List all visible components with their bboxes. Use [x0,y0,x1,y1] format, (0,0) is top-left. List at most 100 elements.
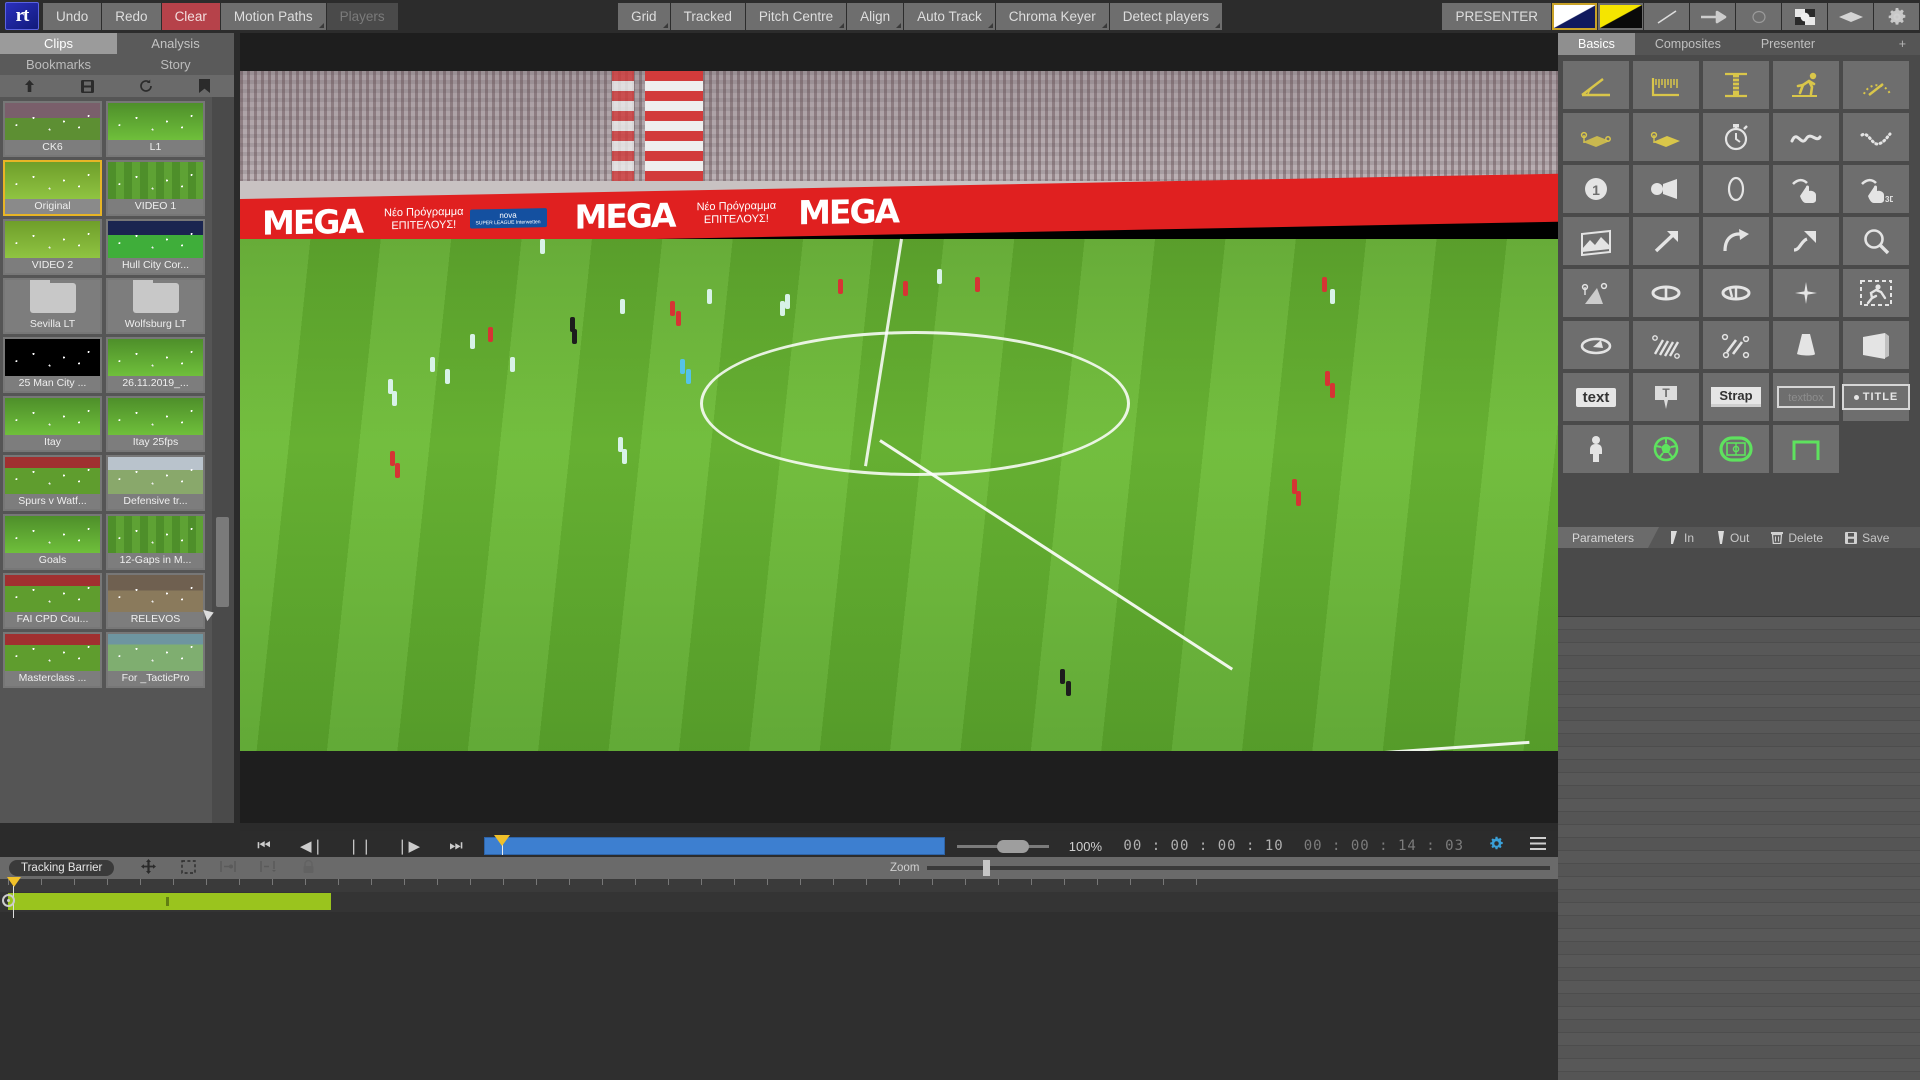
player-marker[interactable] [1060,669,1065,684]
clip-item[interactable]: Goals [3,514,102,570]
motion-paths-button[interactable]: Motion Paths [220,3,326,30]
timeline-zoom-control[interactable]: Zoom [890,860,1550,876]
volume-slider[interactable] [957,837,1050,855]
clear-button[interactable]: Clear [161,3,220,30]
sparkle-tool[interactable] [1773,269,1839,317]
goal-frame-tool[interactable] [1773,425,1839,473]
clip-item[interactable]: CK6 [3,101,102,157]
presenter-button[interactable]: PRESENTER [1442,3,1551,30]
dotted-path-tool[interactable] [1843,113,1909,161]
property-row[interactable] [1558,851,1920,864]
player-marker[interactable] [430,357,435,372]
straight-arrow-tool[interactable] [1633,217,1699,265]
hatched-zone-tool[interactable] [1633,321,1699,369]
stopwatch-tool[interactable] [1703,113,1769,161]
clip-item[interactable]: Masterclass ... [3,632,102,688]
property-row[interactable] [1558,994,1920,1007]
clip-item[interactable]: Itay [3,396,102,452]
property-row[interactable] [1558,617,1920,630]
property-row[interactable] [1558,981,1920,994]
hamburger-menu-icon[interactable] [1518,837,1558,855]
video-player[interactable]: MEGA Νέο Πρόγραμμα ΕΠΙΤΕΛΟΥΣ! nova SUPER… [240,71,1558,751]
playhead-marker[interactable] [494,835,510,846]
freehand-curve-tool[interactable] [1773,113,1839,161]
player-marker[interactable] [937,269,942,284]
wall-panel-tool[interactable] [1843,321,1909,369]
pause-button[interactable]: ❘❘ [336,837,384,855]
tracked-button[interactable]: Tracked [670,3,745,30]
clip-item[interactable]: Wolfsburg LT [106,278,205,334]
upload-icon[interactable] [0,79,59,93]
step-back-button[interactable]: ◀❘ [288,837,336,855]
strap-tool[interactable]: Strap [1703,373,1769,421]
magnifier-tool[interactable] [1843,217,1909,265]
property-row[interactable] [1558,1033,1920,1046]
property-row[interactable] [1558,838,1920,851]
offside-shadow-tool[interactable] [1633,113,1699,161]
skip-to-end-button[interactable]: ⏭ [432,837,480,855]
flat-ellipse-tool[interactable] [1563,321,1629,369]
runner-speed-tool[interactable] [1773,61,1839,109]
property-row[interactable] [1558,695,1920,708]
drag-highlight-tool[interactable] [1773,165,1839,213]
timeline-zoom-track[interactable] [927,860,1550,876]
clip-scrollbar[interactable] [212,97,234,823]
chroma-keyer-button[interactable]: Chroma Keyer [995,3,1109,30]
textbox-tool[interactable]: textbox [1773,373,1839,421]
player-marker[interactable] [1296,491,1301,506]
player-marker[interactable] [510,357,515,372]
clip-item[interactable]: For _TacticPro [106,632,205,688]
curved-arrow-tool[interactable] [1703,217,1769,265]
delete-button[interactable]: Delete [1771,531,1823,545]
left-tab-analysis[interactable]: Analysis [117,33,234,54]
grid-button[interactable]: Grid [618,3,670,30]
bookmark-icon[interactable] [176,79,235,93]
clip-item[interactable]: 12-Gaps in M... [106,514,205,570]
skip-to-start-button[interactable]: ⏮ [240,837,288,855]
property-row[interactable] [1558,786,1920,799]
pitch-overlay-tool[interactable] [1703,425,1769,473]
player-marker[interactable] [780,301,785,316]
detect-players-button[interactable]: Detect players [1109,3,1223,30]
property-row[interactable] [1558,630,1920,643]
property-row[interactable] [1558,747,1920,760]
clip-item[interactable]: Defensive tr... [106,455,205,511]
speedometer-tool[interactable] [1843,61,1909,109]
clip-item[interactable]: 25 Man City ... [3,337,102,393]
property-row[interactable] [1558,942,1920,955]
clip-item[interactable]: Itay 25fps [106,396,205,452]
offside-line-tool[interactable] [1563,113,1629,161]
player-marker[interactable] [686,369,691,384]
property-row[interactable] [1558,877,1920,890]
insert-keyframe-icon[interactable] [208,860,248,876]
white-navy-swatch[interactable] [1552,3,1597,30]
player-marker[interactable] [488,327,493,342]
clip-item[interactable]: RELEVOS [106,573,205,629]
right-tab-basics[interactable]: Basics [1558,33,1635,55]
property-row[interactable] [1558,903,1920,916]
player-marker[interactable] [1330,289,1335,304]
gear-icon[interactable] [1874,3,1919,30]
clip-scrollbar-thumb[interactable] [216,517,229,607]
checker-icon[interactable] [1782,3,1827,30]
save-button[interactable]: Save [1845,531,1889,545]
clip-item[interactable]: Spurs v Watf... [3,455,102,511]
drag-3d-highlight-tool[interactable]: 3D [1843,165,1909,213]
property-row[interactable] [1558,968,1920,981]
timeline-ruler[interactable] [0,879,1558,892]
circle-icon[interactable] [1736,3,1781,30]
player-marker[interactable] [680,359,685,374]
cone-tool[interactable] [1773,321,1839,369]
player-marker[interactable] [670,301,675,316]
player-marker[interactable] [975,277,980,292]
property-row[interactable] [1558,955,1920,968]
clip-item[interactable]: Original [3,160,102,216]
property-row[interactable] [1558,1046,1920,1059]
property-row[interactable] [1558,760,1920,773]
property-row[interactable] [1558,929,1920,942]
tool-palette[interactable]: 1 3D text T Strap textbox TITLE [1563,61,1915,473]
image-warp-tool[interactable] [1563,217,1629,265]
clip-item[interactable]: L1 [106,101,205,157]
redo-button[interactable]: Redo [102,3,161,30]
property-row[interactable] [1558,656,1920,669]
